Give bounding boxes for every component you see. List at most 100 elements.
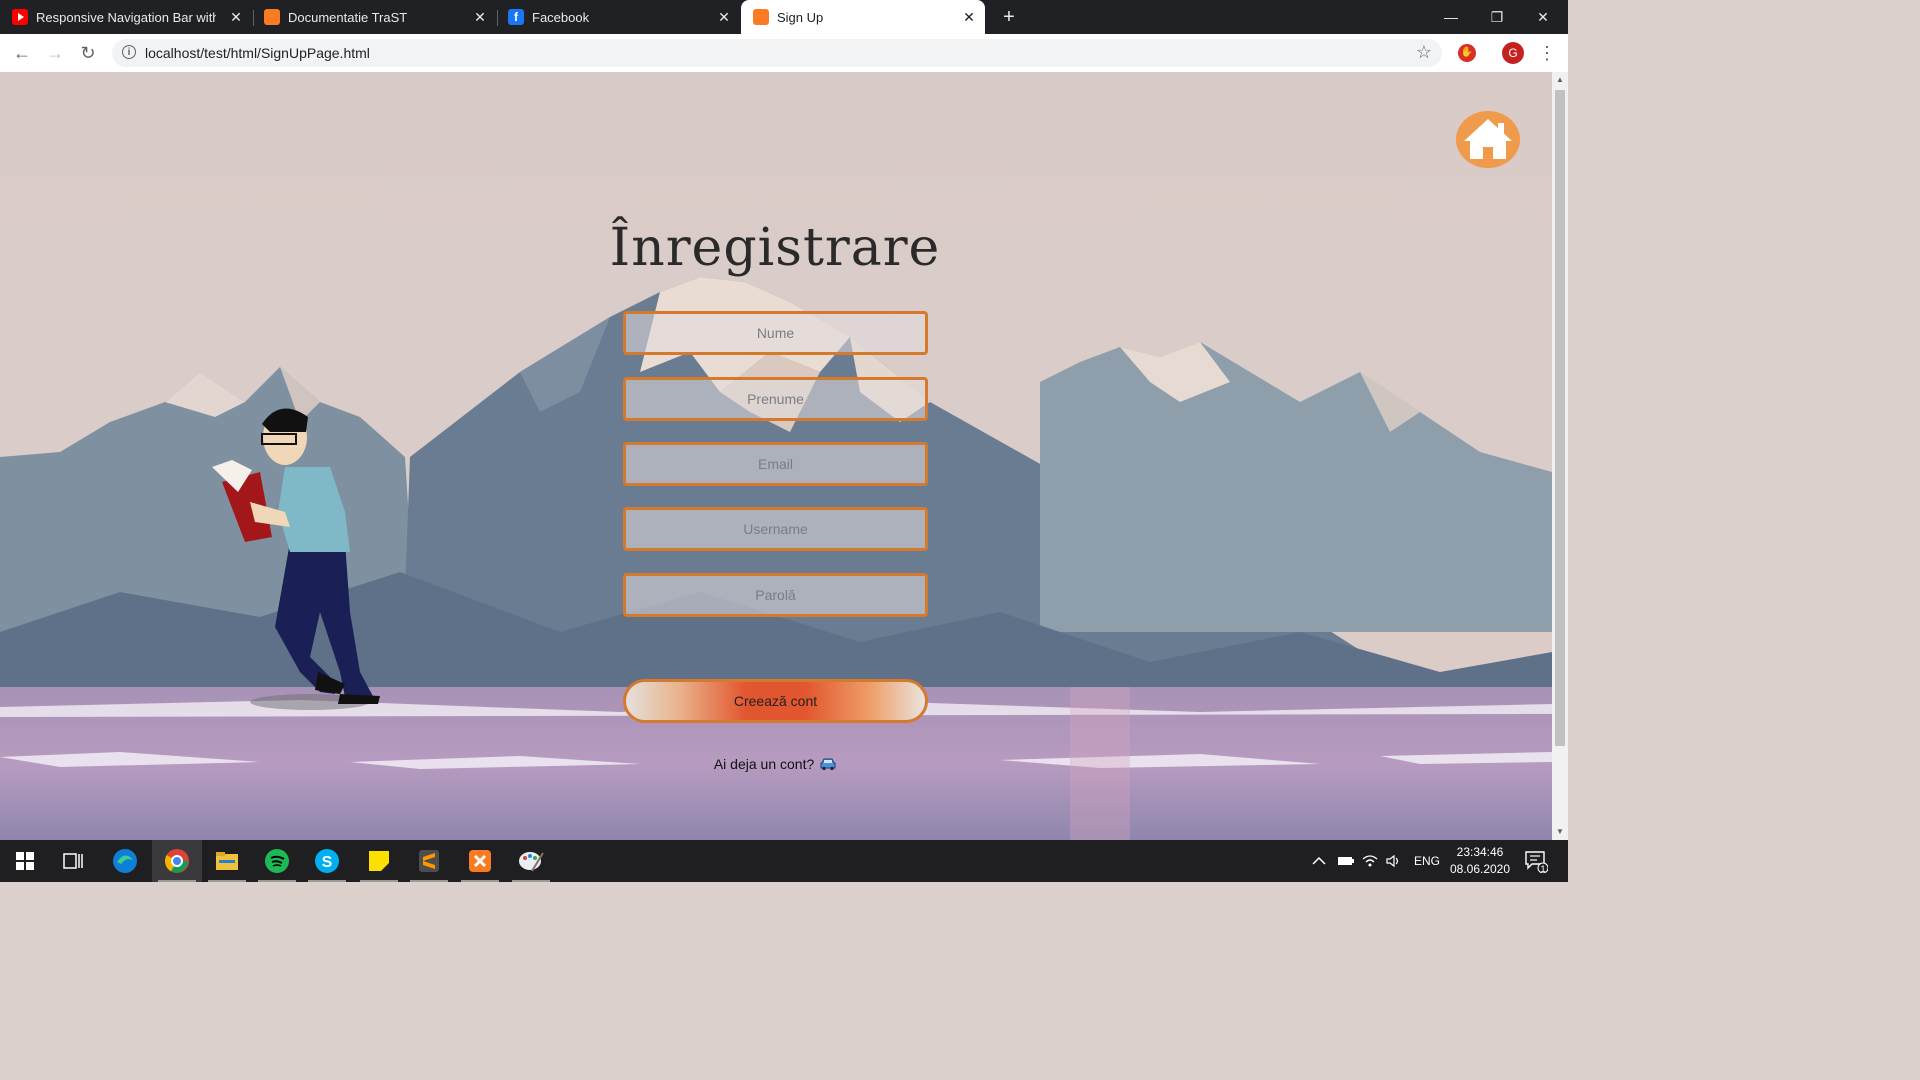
login-prompt-text: Ai deja un cont? [713,756,815,772]
url-text[interactable]: localhost/test/html/SignUpPage.html [145,45,370,61]
taskbar-paint[interactable] [506,840,556,882]
nume-input[interactable]: Nume [623,311,928,355]
prenume-placeholder: Prenume [747,391,804,407]
sign-up-page: Înregistrare Nume Prenume Email Username… [0,72,1552,840]
create-account-button[interactable]: Creează cont [623,679,928,723]
nume-placeholder: Nume [756,325,795,341]
task-view-icon [63,853,83,869]
prenume-input[interactable]: Prenume [623,377,928,421]
browser-menu-icon[interactable]: ⋮ [1538,42,1556,64]
running-app-indicator [410,880,448,882]
action-center-button[interactable]: 1 [1524,840,1548,882]
taskbar-sticky-notes[interactable] [354,840,404,882]
page-scrollbar[interactable]: ▲ ▼ [1552,72,1568,840]
skype-icon: S [315,849,339,873]
address-bar[interactable]: i localhost/test/html/SignUpPage.html ☆ [112,39,1442,67]
tab-sign-up[interactable]: Sign Up ✕ [741,0,985,34]
show-hidden-icons-button[interactable] [1312,840,1326,882]
forward-button[interactable]: → [44,42,66,64]
task-view-button[interactable] [48,840,98,882]
running-app-indicator [512,880,550,882]
tab-documentatie[interactable]: Documentatie TraST ✕ [264,0,496,34]
profile-avatar[interactable]: G [1502,42,1524,64]
battery-tray-button[interactable] [1337,840,1355,882]
youtube-icon [12,9,28,25]
battery-icon [1338,857,1354,865]
tab-separator [497,10,498,26]
taskbar-file-explorer[interactable] [202,840,252,882]
chevron-up-icon [1312,856,1326,865]
file-explorer-icon [216,852,238,870]
running-app-indicator [208,880,246,882]
svg-text:S: S [322,854,333,871]
close-window-button[interactable]: ✕ [1520,0,1566,34]
car-icon [820,757,836,774]
info-icon[interactable]: i [122,45,136,59]
language-indicator[interactable]: ENG [1414,840,1440,882]
start-button[interactable] [0,840,50,882]
create-account-label: Creează cont [733,693,818,709]
new-tab-button[interactable]: + [998,6,1020,28]
spotify-icon [265,849,289,873]
wifi-icon [1362,855,1378,867]
close-tab-icon[interactable]: ✕ [716,9,732,25]
sublime-text-icon [419,850,439,872]
xampp-icon [469,850,491,872]
home-button[interactable] [1456,111,1520,168]
facebook-icon: f [508,9,524,25]
taskbar-skype[interactable]: S [302,840,352,882]
minimize-button[interactable]: — [1428,0,1474,34]
tab-title: Documentatie TraST [288,9,408,25]
close-tab-icon[interactable]: ✕ [228,9,244,25]
tab-title: Facebook [532,9,590,25]
running-app-indicator [308,880,346,882]
active-app-indicator [158,880,196,882]
wifi-tray-button[interactable] [1362,840,1378,882]
windows-taskbar: S ENG 23:34:46 08.06.2020 1 [0,840,1568,882]
tab-facebook[interactable]: f Facebook ✕ [508,0,740,34]
browser-toolbar: ← → ↻ i localhost/test/html/SignUpPage.h… [0,34,1568,73]
xampp-icon [753,9,769,25]
reload-button[interactable]: ↻ [77,42,99,64]
page-title: Înregistrare [609,218,941,278]
tab-youtube[interactable]: Responsive Navigation Bar with H ✕ [12,0,252,34]
email-placeholder: Email [757,456,793,472]
windows-logo-icon [16,852,34,870]
taskbar-xampp[interactable] [455,840,505,882]
back-button[interactable]: ← [11,42,33,64]
parola-placeholder: Parolă [755,587,796,603]
chrome-icon [164,849,189,873]
notification-count: 1 [1540,864,1546,874]
adblock-extension-icon[interactable]: ✋ [1458,44,1476,62]
scroll-down-arrow-icon[interactable]: ▼ [1552,824,1568,840]
clock-time: 23:34:46 [1456,845,1504,859]
running-app-indicator [258,880,296,882]
login-link[interactable]: Ai deja un cont? [700,756,850,774]
close-tab-icon[interactable]: ✕ [472,9,488,25]
parola-input[interactable]: Parolă [623,573,928,617]
taskbar-chrome[interactable] [152,840,202,882]
taskbar-spotify[interactable] [252,840,302,882]
running-app-indicator [461,880,499,882]
bookmark-star-icon[interactable]: ☆ [1416,42,1432,63]
username-input[interactable]: Username [623,507,928,551]
scroll-up-arrow-icon[interactable]: ▲ [1552,72,1568,88]
tab-bar: Responsive Navigation Bar with H ✕ Docum… [0,0,1568,34]
home-icon [1464,119,1512,159]
volume-tray-button[interactable] [1386,840,1402,882]
username-placeholder: Username [743,521,808,537]
email-input[interactable]: Email [623,442,928,486]
clock-date: 08.06.2020 [1449,862,1511,876]
xampp-icon [264,9,280,25]
taskbar-edge[interactable] [100,840,150,882]
tab-title: Sign Up [777,9,824,25]
scrollbar-thumb[interactable] [1555,90,1565,746]
tab-title: Responsive Navigation Bar with H [36,9,216,25]
restore-button[interactable]: ❐ [1474,0,1520,34]
taskbar-clock[interactable]: 23:34:46 08.06.2020 [1446,844,1514,878]
tab-separator [253,10,254,26]
taskbar-sublime[interactable] [404,840,454,882]
edge-icon [113,849,137,873]
close-tab-icon[interactable]: ✕ [961,9,977,25]
running-app-indicator [360,880,398,882]
